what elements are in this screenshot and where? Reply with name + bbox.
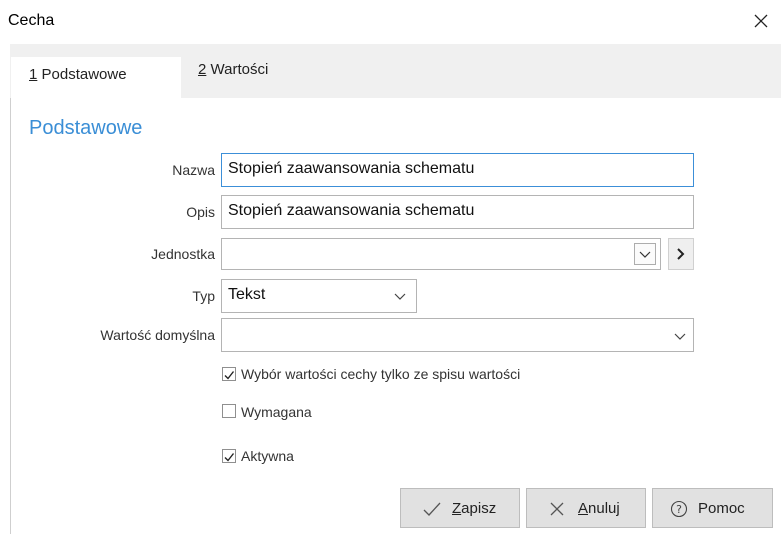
help-icon: ? bbox=[670, 500, 688, 518]
checkbox-wymagana[interactable] bbox=[222, 404, 236, 418]
checkmark-icon bbox=[224, 453, 235, 462]
jednostka-label: Jednostka bbox=[151, 246, 215, 262]
typ-value: Tekst bbox=[228, 286, 266, 303]
help-button[interactable]: ? Pomoc bbox=[652, 488, 773, 528]
title-bar: Cecha bbox=[0, 0, 781, 44]
help-button-label: Pomoc bbox=[698, 500, 745, 517]
window-left-border bbox=[10, 44, 11, 534]
chevron-right-icon bbox=[677, 248, 685, 260]
section-title: Podstawowe bbox=[29, 117, 143, 139]
checkbox-wymagana-label[interactable]: Wymagana bbox=[241, 404, 312, 420]
tab-wartosci[interactable]: 2 Wartości bbox=[198, 61, 268, 78]
chevron-down-icon bbox=[674, 333, 686, 340]
checkmark-icon bbox=[224, 371, 235, 380]
opis-input[interactable]: Stopień zaawansowania schematu bbox=[221, 195, 694, 229]
wartosc-domyslna-label: Wartość domyślna bbox=[100, 327, 215, 343]
close-icon bbox=[550, 502, 564, 516]
opis-value: Stopień zaawansowania schematu bbox=[228, 202, 475, 219]
opis-label: Opis bbox=[186, 204, 215, 220]
checkbox-only-from-list-label[interactable]: Wybór wartości cechy tylko ze spisu wart… bbox=[241, 366, 520, 382]
svg-text:?: ? bbox=[676, 503, 682, 516]
nazwa-value: Stopień zaawansowania schematu bbox=[228, 160, 475, 177]
cancel-button-label: Anuluj bbox=[578, 500, 620, 517]
chevron-down-icon bbox=[394, 293, 406, 300]
chevron-down-icon bbox=[639, 251, 651, 258]
checkbox-aktywna-label[interactable]: Aktywna bbox=[241, 448, 294, 464]
nazwa-label: Nazwa bbox=[172, 162, 215, 178]
window-title: Cecha bbox=[8, 12, 55, 29]
save-button[interactable]: Zapisz bbox=[400, 488, 520, 528]
checkbox-aktywna[interactable] bbox=[222, 449, 236, 463]
nazwa-input[interactable]: Stopień zaawansowania schematu bbox=[221, 153, 694, 187]
cancel-button[interactable]: Anuluj bbox=[526, 488, 646, 528]
save-button-label: Zapisz bbox=[452, 500, 497, 517]
dialog-window: Cecha 1 Podstawowe 2 Wartości Podstawowe… bbox=[0, 0, 781, 534]
close-icon[interactable] bbox=[748, 8, 774, 34]
jednostka-more-button[interactable] bbox=[668, 238, 694, 270]
typ-select[interactable]: Tekst bbox=[221, 279, 417, 313]
checkbox-only-from-list[interactable] bbox=[222, 367, 236, 381]
checkmark-icon bbox=[423, 502, 441, 516]
typ-label: Typ bbox=[192, 288, 215, 304]
tab-podstawowe-label[interactable]: 1 Podstawowe bbox=[29, 66, 127, 83]
jednostka-select[interactable] bbox=[221, 238, 661, 270]
wartosc-domyslna-select[interactable] bbox=[221, 318, 694, 352]
jednostka-dropdown-button[interactable] bbox=[634, 243, 656, 265]
